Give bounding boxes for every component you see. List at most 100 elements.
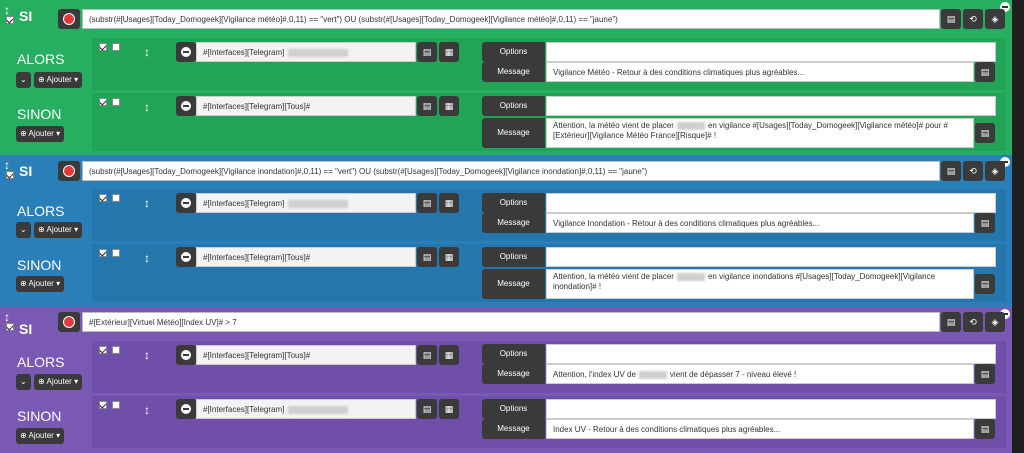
action-parallel-checkbox[interactable] bbox=[112, 346, 120, 354]
si-label: SI bbox=[19, 163, 33, 179]
action-command-input[interactable]: #[Interfaces][Telegram][Tous]# bbox=[196, 247, 416, 267]
ajouter-alors-button[interactable]: ⊕ Ajouter ▾ bbox=[34, 222, 83, 238]
action-command-input[interactable]: #[Interfaces][Telegram] bbox=[196, 42, 416, 62]
remove-action-icon[interactable] bbox=[176, 399, 196, 419]
si-enable-checkbox[interactable] bbox=[6, 171, 14, 179]
cube-icon[interactable]: ◈ bbox=[985, 161, 1005, 181]
action-enable-checkbox[interactable] bbox=[99, 98, 107, 106]
ajouter-sinon-button[interactable]: ⊕ Ajouter ▾ bbox=[16, 126, 65, 142]
remove-condition-icon[interactable] bbox=[58, 9, 80, 29]
action-enable-checkbox[interactable] bbox=[99, 249, 107, 257]
list-alt-icon[interactable]: ▦ bbox=[439, 193, 459, 213]
drag-handle-icon[interactable]: ↕ bbox=[4, 159, 10, 171]
si-header: ↕ SI (substr(#[Usages][Today_Domogeek][V… bbox=[0, 0, 1012, 29]
collapse-alors-button[interactable]: ⌄ bbox=[16, 222, 31, 238]
cube-icon[interactable]: ◈ bbox=[985, 312, 1005, 332]
list-icon[interactable]: ▤ bbox=[975, 364, 995, 384]
list-icon[interactable]: ▤ bbox=[975, 123, 995, 143]
ajouter-sinon-button[interactable]: ⊕ Ajouter ▾ bbox=[16, 428, 65, 444]
action-parallel-checkbox[interactable] bbox=[112, 249, 120, 257]
list-icon[interactable]: ▤ bbox=[975, 62, 995, 82]
history-icon[interactable]: ⟲ bbox=[963, 161, 983, 181]
cube-icon[interactable]: ◈ bbox=[985, 9, 1005, 29]
options-input[interactable] bbox=[546, 344, 996, 364]
action-drag-icon[interactable]: ↕ bbox=[144, 197, 150, 209]
action-parallel-checkbox[interactable] bbox=[112, 194, 120, 202]
remove-action-icon[interactable] bbox=[176, 247, 196, 267]
message-input[interactable]: Attention, l'index UV de vient de dépasse… bbox=[546, 364, 974, 384]
options-input[interactable] bbox=[546, 96, 996, 116]
collapse-alors-button[interactable]: ⌄ bbox=[16, 72, 31, 88]
action-parallel-checkbox[interactable] bbox=[112, 98, 120, 106]
collapse-alors-button[interactable]: ⌄ bbox=[16, 374, 31, 390]
action-enable-checkbox[interactable] bbox=[99, 194, 107, 202]
remove-condition-icon[interactable] bbox=[58, 161, 80, 181]
condition-input[interactable]: (substr(#[Usages][Today_Domogeek][Vigila… bbox=[82, 161, 940, 181]
message-label: Message bbox=[482, 62, 545, 82]
sinon-label: SINON bbox=[17, 106, 62, 122]
action-parallel-checkbox[interactable] bbox=[112, 43, 120, 51]
list-alt-icon[interactable]: ▦ bbox=[439, 247, 459, 267]
action-parallel-checkbox[interactable] bbox=[112, 401, 120, 409]
message-input[interactable]: Vigilance Météo - Retour à des condition… bbox=[546, 62, 974, 82]
ajouter-alors-button[interactable]: ⊕ Ajouter ▾ bbox=[34, 72, 83, 88]
options-input[interactable] bbox=[546, 247, 996, 267]
message-input[interactable]: Index UV - Retour à des conditions clima… bbox=[546, 419, 974, 439]
list-icon[interactable]: ▤ bbox=[975, 419, 995, 439]
message-input[interactable]: Attention, la météo vient de placer en vi… bbox=[546, 269, 974, 299]
list-alt-icon[interactable]: ▦ bbox=[439, 42, 459, 62]
history-icon[interactable]: ⟲ bbox=[963, 312, 983, 332]
action-drag-icon[interactable]: ↕ bbox=[144, 101, 150, 113]
remove-action-icon[interactable] bbox=[176, 193, 196, 213]
remove-action-icon[interactable] bbox=[176, 345, 196, 365]
list-icon[interactable]: ▤ bbox=[975, 213, 995, 233]
list-icon[interactable]: ▤ bbox=[417, 96, 437, 116]
options-input[interactable] bbox=[546, 399, 996, 419]
list-alt-icon[interactable]: ▦ bbox=[439, 399, 459, 419]
si-header: ↕ SI (substr(#[Usages][Today_Domogeek][V… bbox=[0, 155, 1012, 181]
action-command-input[interactable]: #[Interfaces][Telegram][Tous]# bbox=[196, 96, 416, 116]
action-drag-icon[interactable]: ↕ bbox=[144, 404, 150, 416]
remove-condition-icon[interactable] bbox=[58, 312, 80, 332]
list-icon[interactable]: ▤ bbox=[417, 345, 437, 365]
list-icon[interactable]: ▤ bbox=[975, 274, 995, 294]
si-enable-checkbox[interactable] bbox=[6, 323, 14, 331]
list-icon[interactable]: ▤ bbox=[417, 42, 437, 62]
action-command-input[interactable]: #[Interfaces][Telegram] bbox=[196, 399, 416, 419]
action-drag-icon[interactable]: ↕ bbox=[144, 46, 150, 58]
options-label: Options bbox=[482, 247, 545, 267]
action-command-input[interactable]: #[Interfaces][Telegram] bbox=[196, 193, 416, 213]
remove-action-icon[interactable] bbox=[176, 42, 196, 62]
history-icon[interactable]: ⟲ bbox=[963, 9, 983, 29]
ajouter-sinon-button[interactable]: ⊕ Ajouter ▾ bbox=[16, 276, 65, 292]
si-enable-checkbox[interactable] bbox=[6, 16, 14, 24]
condition-input[interactable]: (substr(#[Usages][Today_Domogeek][Vigila… bbox=[82, 9, 940, 29]
message-label: Message bbox=[482, 419, 545, 439]
drag-handle-icon[interactable]: ↕ bbox=[4, 4, 10, 16]
action-drag-icon[interactable]: ↕ bbox=[144, 349, 150, 361]
list-icon[interactable]: ▤ bbox=[941, 161, 961, 181]
action-drag-icon[interactable]: ↕ bbox=[144, 252, 150, 264]
si-label: SI bbox=[19, 8, 33, 24]
ajouter-alors-button[interactable]: ⊕ Ajouter ▾ bbox=[34, 374, 83, 390]
drag-handle-icon[interactable]: ↕ bbox=[4, 311, 10, 323]
options-label: Options bbox=[482, 42, 545, 62]
action-enable-checkbox[interactable] bbox=[99, 346, 107, 354]
options-input[interactable] bbox=[546, 193, 996, 213]
action-enable-checkbox[interactable] bbox=[99, 401, 107, 409]
list-icon[interactable]: ▤ bbox=[941, 9, 961, 29]
list-icon[interactable]: ▤ bbox=[417, 399, 437, 419]
options-input[interactable] bbox=[546, 42, 996, 62]
list-icon[interactable]: ▤ bbox=[417, 193, 437, 213]
condition-input[interactable]: #[Extérieur][Virtuel Météo][Index UV]# >… bbox=[82, 312, 940, 332]
si-header: ↕ SI #[Extérieur][Virtuel Météo][Index U… bbox=[0, 307, 1012, 337]
message-input[interactable]: Vigilance Inondation - Retour à des cond… bbox=[546, 213, 974, 233]
action-enable-checkbox[interactable] bbox=[99, 43, 107, 51]
list-icon[interactable]: ▤ bbox=[417, 247, 437, 267]
message-input[interactable]: Attention, la météo vient de placer en vi… bbox=[546, 118, 974, 148]
list-icon[interactable]: ▤ bbox=[941, 312, 961, 332]
list-alt-icon[interactable]: ▦ bbox=[439, 96, 459, 116]
action-command-input[interactable]: #[Interfaces][Telegram][Tous]# bbox=[196, 345, 416, 365]
remove-action-icon[interactable] bbox=[176, 96, 196, 116]
list-alt-icon[interactable]: ▦ bbox=[439, 345, 459, 365]
